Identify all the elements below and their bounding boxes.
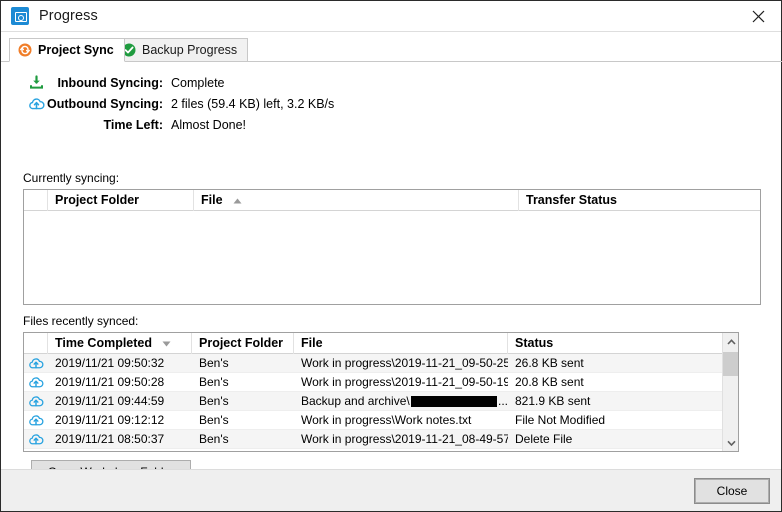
cell-file: Work in progress\Work notes.txt	[301, 413, 472, 427]
window-close-icon[interactable]	[736, 1, 781, 31]
cloud-upload-icon	[27, 95, 45, 112]
sync-status-block: Inbound Syncing: Complete Outbound Synci…	[1, 72, 521, 135]
currently-syncing-caption: Currently syncing:	[23, 171, 120, 185]
col-header-project-folder-recent[interactable]: Project Folder	[192, 333, 294, 354]
status-row-outbound: Outbound Syncing: 2 files (59.4 KB) left…	[1, 93, 521, 114]
cell-file: Work in progress\2019-11-21_09-50-25 ...	[301, 356, 508, 370]
cell-time-completed: 2019/11/21 09:50:32	[55, 356, 165, 370]
status-value-inbound: Complete	[171, 75, 225, 90]
status-label-inbound: Inbound Syncing:	[57, 75, 163, 90]
currently-syncing-header: Project Folder File Transfer Status	[24, 190, 760, 211]
close-button[interactable]: Close	[694, 478, 770, 504]
col-header-file-recent[interactable]: File	[294, 333, 508, 354]
currently-syncing-table: Project Folder File Transfer Status	[23, 189, 761, 305]
cell-status: File Not Modified	[515, 413, 606, 427]
cell-file: Work in progress\2019-11-21_08-49-57 ...	[301, 432, 508, 446]
table-row[interactable]: 2019/11/21 09:50:32 Ben's Work in progress…	[24, 354, 738, 373]
tab-backup-progress-label: Backup Progress	[142, 43, 238, 57]
recently-synced-rows: 2019/11/21 09:50:32 Ben's Work in progress…	[24, 354, 738, 449]
redaction-bar	[410, 395, 497, 407]
scrollbar-thumb[interactable]	[723, 352, 738, 376]
cell-project-folder: Ben's	[199, 375, 229, 389]
table-row[interactable]: 2019/11/21 09:50:28 Ben's Work in progress…	[24, 373, 738, 392]
status-row-inbound: Inbound Syncing: Complete	[1, 72, 521, 93]
cell-file: Backup and archive\...	[301, 394, 508, 408]
cell-status: Delete File	[515, 432, 573, 446]
recently-synced-table: Time Completed Project Folder File Statu…	[23, 332, 739, 452]
col-header-file-current[interactable]: File	[194, 190, 519, 211]
window-content: Project Sync Backup Progress Inbound Syn…	[1, 32, 782, 511]
tab-project-sync[interactable]: Project Sync	[9, 38, 125, 62]
cloud-upload-icon	[24, 354, 48, 373]
table-row[interactable]: 2019/11/21 09:12:12 Ben's Work in progress…	[24, 411, 738, 430]
col-header-icon-current	[24, 190, 48, 211]
col-header-time-completed[interactable]: Time Completed	[48, 333, 192, 354]
table-row[interactable]: 2019/11/21 09:44:59 Ben's Backup and archi…	[24, 392, 738, 411]
status-row-time-left: Time Left: Almost Done!	[1, 114, 521, 135]
status-label-time-left: Time Left:	[103, 117, 164, 132]
table-row[interactable]: 2019/11/21 08:50:37 Ben's Work in progress…	[24, 430, 738, 449]
col-header-transfer-status-current[interactable]: Transfer Status	[519, 190, 760, 211]
tab-project-sync-label: Project Sync	[38, 43, 114, 57]
sync-arrows-icon	[18, 43, 32, 57]
progress-window: Progress Project Sync Backup Progress In…	[0, 0, 782, 512]
status-spacer	[27, 116, 45, 133]
cell-file: Work in progress\2019-11-21_09-50-19 ...	[301, 375, 508, 389]
tab-strip: Project Sync Backup Progress	[1, 38, 782, 62]
col-header-status-recent[interactable]: Status	[508, 333, 724, 354]
recently-synced-caption: Files recently synced:	[23, 314, 139, 328]
col-header-project-folder-current[interactable]: Project Folder	[48, 190, 194, 211]
download-tray-icon	[27, 74, 45, 91]
tab-backup-progress[interactable]: Backup Progress	[113, 38, 249, 62]
cell-project-folder: Ben's	[199, 394, 229, 408]
status-label-outbound: Outbound Syncing:	[47, 96, 163, 111]
chevron-up-icon[interactable]	[723, 333, 738, 350]
col-header-icon-recent	[24, 333, 48, 354]
cloud-upload-icon	[24, 411, 48, 430]
status-value-outbound: 2 files (59.4 KB) left, 3.2 KB/s	[171, 96, 335, 111]
cell-time-completed: 2019/11/21 09:50:28	[55, 375, 165, 389]
camera-app-icon	[11, 7, 29, 25]
title-bar: Progress	[1, 1, 781, 32]
window-title: Progress	[39, 8, 98, 24]
footer-bar: Close	[1, 469, 781, 511]
cloud-upload-icon	[24, 430, 48, 449]
chevron-down-icon[interactable]	[723, 434, 738, 451]
status-value-time-left: Almost Done!	[171, 117, 247, 132]
sort-descending-icon	[162, 336, 171, 350]
cell-time-completed: 2019/11/21 08:50:37	[55, 432, 165, 446]
sort-ascending-icon	[233, 193, 242, 207]
cloud-upload-icon	[24, 392, 48, 411]
cell-project-folder: Ben's	[199, 413, 229, 427]
cell-status: 26.8 KB sent	[515, 356, 584, 370]
recently-synced-header: Time Completed Project Folder File Statu…	[24, 333, 738, 354]
cell-project-folder: Ben's	[199, 432, 229, 446]
cell-status: 20.8 KB sent	[515, 375, 584, 389]
cell-time-completed: 2019/11/21 09:12:12	[55, 413, 165, 427]
recently-synced-scrollbar[interactable]	[722, 333, 738, 451]
cell-project-folder: Ben's	[199, 356, 229, 370]
cloud-upload-icon	[24, 373, 48, 392]
cell-status: 821.9 KB sent	[515, 394, 591, 408]
cell-time-completed: 2019/11/21 09:44:59	[55, 394, 165, 408]
